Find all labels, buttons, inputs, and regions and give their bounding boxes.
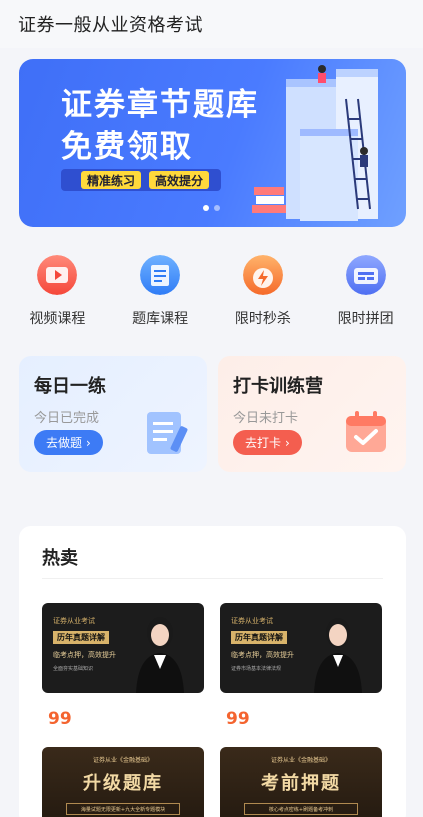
books-illustration-icon — [252, 65, 378, 221]
banner-title-line1: 证券章节题库 — [61, 87, 259, 123]
product-line4: 证券市场基本法律法规 — [231, 666, 282, 672]
product-line3: 临考点押，高效提升 — [231, 651, 294, 659]
product-line1: 证券从业《金融基础》 — [92, 757, 153, 764]
product-line2: 历年真题详解 — [231, 631, 287, 644]
nav-video-courses[interactable]: 视频课程 — [12, 255, 102, 328]
product-thumbnail: 证券从业考试 历年真题详解 临考点押，高效提升 证券市场基本法律法规 — [220, 603, 382, 693]
banner-pagination[interactable] — [203, 205, 220, 211]
product-line1: 证券从业考试 — [231, 617, 273, 625]
divider — [42, 578, 383, 579]
teacher-portrait-icon — [314, 618, 362, 693]
promo-banner[interactable]: 证券章节题库 免费领取 精准练习 高效提分 — [19, 59, 406, 227]
banner-title-line2: 免费领取 — [61, 129, 193, 165]
product-line2: 升级题库 — [83, 773, 163, 794]
nav-label: 限时秒杀 — [234, 311, 291, 327]
app-header: 证券一般从业资格考试 — [0, 0, 423, 48]
checkin-camp-title: 打卡训练营 — [233, 376, 323, 397]
nav-question-bank-courses[interactable]: 题库课程 — [115, 255, 205, 328]
product-thumbnail: 证券从业考试 历年真题详解 临考点押，高效提升 全面夯实基础知识 — [42, 603, 204, 693]
product-line3: 核心考点密练+刷题备考冲刺 — [244, 803, 358, 815]
section-title: 热卖 — [42, 548, 78, 569]
product-line2: 历年真题详解 — [53, 631, 109, 644]
document-edit-icon — [147, 412, 188, 454]
banner-tags: 精准练习 高效提分 — [61, 169, 221, 191]
product-line4: 全面夯实基础知识 — [53, 666, 94, 672]
hot-sale-section: 热卖 证券从业考试 历年真题详解 临考点押，高效提升 全面夯实基础知识 99 证… — [19, 526, 406, 817]
product-card[interactable]: 证券从业《金融基础》 考前押题 核心考点密练+刷题备考冲刺 — [220, 747, 382, 817]
product-line2: 考前押题 — [261, 773, 341, 794]
page-title: 证券一般从业资格考试 — [18, 15, 203, 36]
product-line3: 临考点押，高效提升 — [53, 651, 116, 659]
nav-label: 题库课程 — [132, 311, 189, 327]
pagination-dot-active[interactable] — [203, 205, 209, 211]
do-questions-label: 去做题 — [46, 436, 83, 450]
pagination-dot[interactable] — [214, 205, 220, 211]
checkin-button[interactable]: 去打卡 › — [233, 430, 302, 455]
video-icon — [37, 255, 78, 295]
daily-practice-title: 每日一练 — [34, 376, 106, 397]
product-line1: 证券从业《金融基础》 — [270, 757, 331, 764]
checkin-camp-card[interactable]: 打卡训练营 今日未打卡 去打卡 › — [218, 356, 406, 472]
question-bank-icon — [140, 255, 181, 295]
checkin-label: 去打卡 — [245, 436, 282, 450]
group-buy-icon — [345, 255, 386, 295]
product-line3: 海量试题无限更新+九大全新专题模块 — [66, 803, 180, 815]
chevron-right-icon: › — [285, 435, 290, 450]
calendar-check-icon — [346, 411, 386, 452]
banner-tag: 精准练习 — [81, 171, 142, 189]
product-card[interactable]: 证券从业考试 历年真题详解 临考点押，高效提升 全面夯实基础知识 99 — [42, 603, 204, 729]
nav-group-buy[interactable]: 限时拼团 — [321, 255, 411, 328]
product-thumbnail: 证券从业《金融基础》 升级题库 海量试题无限更新+九大全新专题模块 — [42, 747, 204, 817]
product-card[interactable]: 证券从业考试 历年真题详解 临考点押，高效提升 证券市场基本法律法规 99 — [220, 603, 382, 729]
nav-label: 视频课程 — [29, 311, 86, 327]
product-card[interactable]: 证券从业《金融基础》 升级题库 海量试题无限更新+九大全新专题模块 — [42, 747, 204, 817]
product-line1: 证券从业考试 — [53, 617, 95, 625]
product-thumbnail: 证券从业《金融基础》 考前押题 核心考点密练+刷题备考冲刺 — [220, 747, 382, 817]
chevron-right-icon: › — [86, 435, 91, 450]
nav-flash-sale[interactable]: 限时秒杀 — [218, 255, 308, 328]
daily-practice-card[interactable]: 每日一练 今日已完成 去做题 › — [19, 356, 207, 472]
product-price: 99 — [48, 709, 72, 729]
quick-nav: 视频课程 题库课程 限时秒杀 限时拼团 — [0, 255, 423, 328]
do-questions-button[interactable]: 去做题 › — [34, 430, 103, 455]
flash-sale-icon — [242, 255, 283, 295]
teacher-portrait-icon — [136, 617, 184, 693]
banner-tag: 高效提分 — [149, 171, 210, 189]
product-price: 99 — [226, 709, 250, 729]
nav-label: 限时拼团 — [337, 311, 394, 327]
